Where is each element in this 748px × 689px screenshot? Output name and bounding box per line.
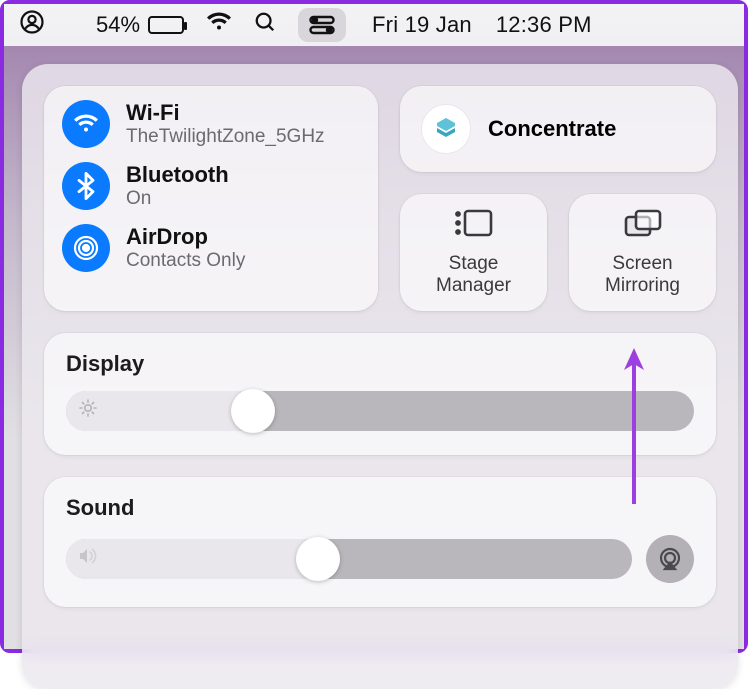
focus-toggle[interactable]: Concentrate [400,86,716,172]
screen-mirroring-label: Screen Mirroring [605,253,680,297]
screen-mirroring-icon [623,208,663,243]
wifi-icon [62,100,110,148]
connectivity-card: Wi-Fi TheTwilightZone_5GHz Bluetooth On [44,86,378,311]
wifi-toggle[interactable]: Wi-Fi TheTwilightZone_5GHz [62,100,360,148]
display-card: Display [44,333,716,455]
airdrop-status: Contacts Only [126,250,245,272]
volume-icon [78,547,100,570]
search-icon[interactable] [254,11,276,39]
screen-mirroring-button[interactable]: Screen Mirroring [569,194,716,311]
battery-status[interactable]: 54% [96,12,184,38]
battery-percent: 54% [96,12,140,38]
wifi-menubar-icon[interactable] [206,12,232,38]
wifi-title: Wi-Fi [126,100,325,126]
sound-title: Sound [66,495,694,521]
brightness-slider[interactable] [66,391,694,431]
bluetooth-title: Bluetooth [126,162,229,188]
brightness-low-icon [78,398,98,423]
wifi-status: TheTwilightZone_5GHz [126,126,325,148]
volume-slider[interactable] [66,539,632,579]
stage-manager-label: Stage Manager [436,253,511,297]
battery-icon [148,16,184,34]
focus-icon [422,105,470,153]
display-title: Display [66,351,694,377]
stage-manager-icon [454,208,494,243]
bluetooth-toggle[interactable]: Bluetooth On [62,162,360,210]
focus-label: Concentrate [488,116,616,142]
menubar: 54% Fri 19 Jan 12:36 PM [4,4,744,46]
control-center-icon[interactable] [298,8,346,42]
menubar-time[interactable]: 12:36 PM [496,12,592,38]
airdrop-toggle[interactable]: AirDrop Contacts Only [62,224,360,272]
airdrop-icon [62,224,110,272]
user-icon[interactable] [20,10,44,40]
bluetooth-icon [62,162,110,210]
airplay-audio-button[interactable] [646,535,694,583]
menubar-date[interactable]: Fri 19 Jan [372,12,472,38]
stage-manager-button[interactable]: Stage Manager [400,194,547,311]
airdrop-title: AirDrop [126,224,245,250]
bluetooth-status: On [126,188,229,210]
control-center-panel: Wi-Fi TheTwilightZone_5GHz Bluetooth On [22,64,738,689]
sound-card: Sound [44,477,716,607]
